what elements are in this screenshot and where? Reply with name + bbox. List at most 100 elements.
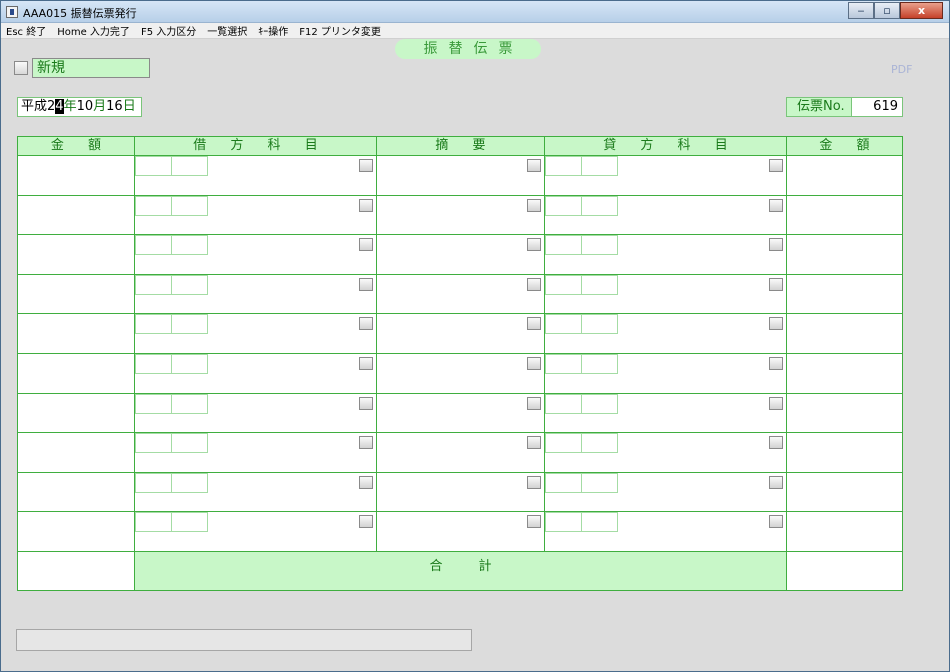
credit-account-code-field[interactable]: [545, 156, 583, 176]
credit-account-subcode-field[interactable]: [581, 354, 618, 374]
debit-account-cell[interactable]: [134, 511, 377, 552]
debit-account-cell[interactable]: [134, 393, 377, 433]
summary-lookup-button[interactable]: [527, 199, 541, 212]
credit-account-subcode-field[interactable]: [581, 512, 618, 532]
credit-account-code-field[interactable]: [545, 433, 583, 453]
slip-number-field[interactable]: 619: [851, 97, 903, 117]
summary-lookup-button[interactable]: [527, 238, 541, 251]
summary-cell[interactable]: [376, 511, 545, 552]
debit-account-subcode-field[interactable]: [171, 354, 208, 374]
debit-account-lookup-button[interactable]: [359, 199, 373, 212]
summary-cell[interactable]: [376, 274, 545, 314]
credit-account-lookup-button[interactable]: [769, 436, 783, 449]
credit-account-lookup-button[interactable]: [769, 397, 783, 410]
debit-account-cell[interactable]: [134, 274, 377, 314]
credit-account-subcode-field[interactable]: [581, 314, 618, 334]
credit-account-lookup-button[interactable]: [769, 515, 783, 528]
title-bar[interactable]: AAA015 振替伝票発行 ‒ ▫ x: [1, 1, 949, 23]
menu-list-select[interactable]: 一覧選択: [207, 23, 247, 38]
summary-cell[interactable]: [376, 195, 545, 235]
credit-account-cell[interactable]: [544, 234, 787, 275]
summary-cell[interactable]: [376, 313, 545, 354]
debit-account-subcode-field[interactable]: [171, 275, 208, 295]
debit-account-lookup-button[interactable]: [359, 159, 373, 172]
amount-left-cell[interactable]: [17, 155, 135, 196]
credit-account-cell[interactable]: [544, 472, 787, 512]
new-checkbox[interactable]: [14, 61, 28, 75]
credit-account-lookup-button[interactable]: [769, 238, 783, 251]
debit-account-code-field[interactable]: [135, 512, 173, 532]
credit-account-cell[interactable]: [544, 195, 787, 235]
summary-lookup-button[interactable]: [527, 278, 541, 291]
menu-esc-exit[interactable]: Esc 終了: [6, 23, 46, 38]
amount-left-cell[interactable]: [17, 195, 135, 235]
summary-cell[interactable]: [376, 472, 545, 512]
credit-account-lookup-button[interactable]: [769, 199, 783, 212]
summary-lookup-button[interactable]: [527, 436, 541, 449]
credit-account-cell[interactable]: [544, 511, 787, 552]
credit-account-code-field[interactable]: [545, 354, 583, 374]
debit-account-cell[interactable]: [134, 313, 377, 354]
credit-account-code-field[interactable]: [545, 314, 583, 334]
debit-account-lookup-button[interactable]: [359, 397, 373, 410]
credit-account-subcode-field[interactable]: [581, 156, 618, 176]
credit-account-code-field[interactable]: [545, 196, 583, 216]
summary-lookup-button[interactable]: [527, 476, 541, 489]
credit-account-code-field[interactable]: [545, 473, 583, 493]
amount-left-cell[interactable]: [17, 353, 135, 394]
credit-account-lookup-button[interactable]: [769, 159, 783, 172]
amount-right-cell[interactable]: [786, 234, 903, 275]
pdf-button[interactable]: PDF: [891, 63, 912, 76]
summary-lookup-button[interactable]: [527, 357, 541, 370]
amount-right-cell[interactable]: [786, 313, 903, 354]
maximize-button[interactable]: ▫: [874, 2, 900, 19]
amount-left-cell[interactable]: [17, 393, 135, 433]
debit-account-cell[interactable]: [134, 432, 377, 473]
credit-account-code-field[interactable]: [545, 275, 583, 295]
summary-lookup-button[interactable]: [527, 159, 541, 172]
debit-account-code-field[interactable]: [135, 314, 173, 334]
debit-account-cell[interactable]: [134, 195, 377, 235]
debit-account-code-field[interactable]: [135, 156, 173, 176]
debit-account-lookup-button[interactable]: [359, 238, 373, 251]
summary-cell[interactable]: [376, 432, 545, 473]
menu-home-input-complete[interactable]: Home 入力完了: [57, 23, 130, 38]
amount-left-cell[interactable]: [17, 234, 135, 275]
amount-right-cell[interactable]: [786, 472, 903, 512]
amount-left-cell[interactable]: [17, 472, 135, 512]
debit-account-cell[interactable]: [134, 155, 377, 196]
summary-cell[interactable]: [376, 155, 545, 196]
debit-account-code-field[interactable]: [135, 196, 173, 216]
close-button[interactable]: x: [900, 2, 943, 19]
debit-account-code-field[interactable]: [135, 235, 173, 255]
date-field[interactable]: 平成24年10月16日: [17, 97, 142, 117]
debit-account-subcode-field[interactable]: [171, 314, 208, 334]
amount-left-cell[interactable]: [17, 432, 135, 473]
credit-account-lookup-button[interactable]: [769, 476, 783, 489]
menu-f5-input-category[interactable]: F5 入力区分: [141, 23, 196, 38]
debit-account-subcode-field[interactable]: [171, 433, 208, 453]
summary-lookup-button[interactable]: [527, 515, 541, 528]
menu-f12-printer-change[interactable]: F12 プリンタ変更: [299, 23, 381, 38]
credit-account-cell[interactable]: [544, 353, 787, 394]
amount-right-cell[interactable]: [786, 511, 903, 552]
amount-right-cell[interactable]: [786, 195, 903, 235]
debit-account-subcode-field[interactable]: [171, 156, 208, 176]
credit-account-code-field[interactable]: [545, 512, 583, 532]
debit-account-subcode-field[interactable]: [171, 394, 208, 414]
app-icon[interactable]: [6, 6, 18, 18]
debit-account-lookup-button[interactable]: [359, 476, 373, 489]
credit-account-lookup-button[interactable]: [769, 317, 783, 330]
amount-left-cell[interactable]: [17, 511, 135, 552]
debit-account-code-field[interactable]: [135, 433, 173, 453]
amount-left-cell[interactable]: [17, 274, 135, 314]
menu-key-operation[interactable]: ｷｰ操作: [258, 23, 288, 38]
credit-account-subcode-field[interactable]: [581, 473, 618, 493]
debit-account-subcode-field[interactable]: [171, 512, 208, 532]
debit-account-lookup-button[interactable]: [359, 278, 373, 291]
credit-account-cell[interactable]: [544, 393, 787, 433]
credit-account-subcode-field[interactable]: [581, 275, 618, 295]
summary-cell[interactable]: [376, 234, 545, 275]
debit-account-lookup-button[interactable]: [359, 515, 373, 528]
summary-cell[interactable]: [376, 353, 545, 394]
